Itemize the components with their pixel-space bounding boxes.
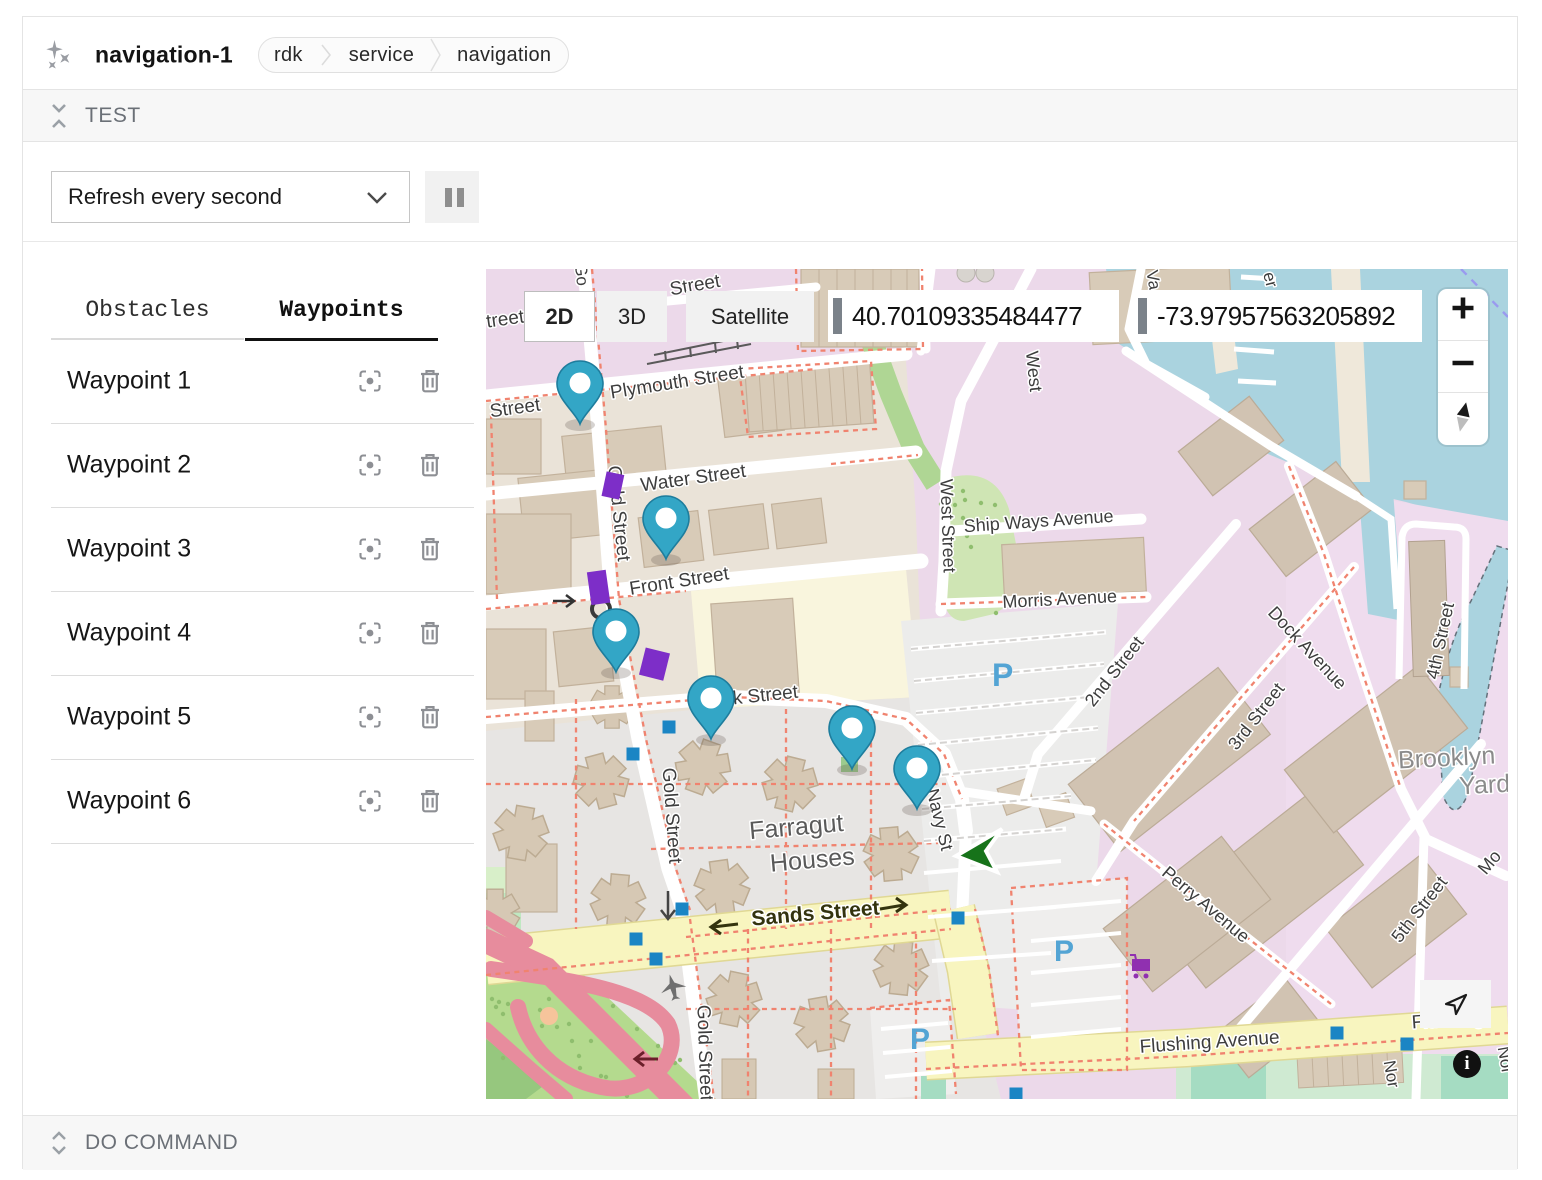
svg-text:Gold Street: Gold Street [692, 1004, 716, 1099]
svg-text:Go: Go [571, 269, 592, 287]
svg-text:West: West [1022, 350, 1046, 393]
svg-text:Brooklyn: Brooklyn [1397, 741, 1496, 774]
svg-text:P: P [992, 657, 1013, 693]
svg-text:Yard: Yard [1458, 770, 1508, 801]
svg-text:P: P [910, 1023, 930, 1056]
svg-text:P: P [1054, 935, 1074, 968]
svg-text:West Street: West Street [936, 479, 959, 573]
svg-text:Va: Va [1142, 269, 1164, 292]
